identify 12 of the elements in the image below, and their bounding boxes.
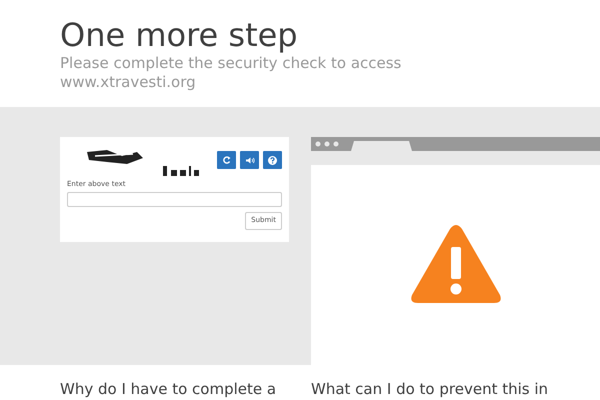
help-icon	[267, 154, 278, 166]
warning-icon	[410, 225, 502, 305]
page-subtitle: Please complete the security check to access www.xtravesti.org	[60, 54, 402, 92]
speaker-icon	[244, 154, 255, 166]
section-heading: Why do I have to complete a	[60, 379, 278, 400]
audio-button[interactable]	[240, 151, 259, 169]
section-heading: What can I do to prevent this in	[311, 379, 548, 400]
help-button[interactable]	[263, 151, 282, 169]
refresh-button[interactable]	[217, 151, 236, 169]
refresh-icon	[221, 154, 232, 166]
page-title: One more step	[60, 16, 299, 54]
input-field[interactable]	[67, 192, 282, 206]
